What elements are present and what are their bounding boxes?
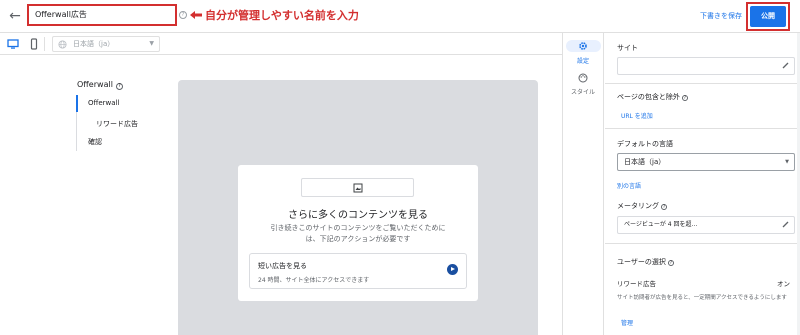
metering-text: メータリング <box>617 202 659 210</box>
chevron-down-icon: ▼ <box>149 40 154 47</box>
play-arrow-icon[interactable] <box>447 264 458 275</box>
preview-language-select[interactable]: 日本語（ja） ▼ <box>52 36 160 52</box>
mobile-icon[interactable] <box>28 38 40 50</box>
site-label: サイト <box>617 44 638 52</box>
card-description-line2: は、下記のアクションが必要です <box>305 235 411 243</box>
help-icon[interactable]: ? <box>661 204 667 210</box>
tab-style[interactable]: スタイル <box>563 87 603 96</box>
annotation-arrow-icon <box>190 11 202 19</box>
section-divider <box>605 128 800 129</box>
card-title: さらに多くのコンテンツを見る <box>288 210 428 221</box>
back-arrow-icon[interactable]: ← <box>6 7 24 25</box>
chevron-down-icon: ▼ <box>785 159 789 165</box>
metering-input[interactable]: ページビューが 4 回を超... <box>617 216 795 234</box>
image-icon <box>353 183 363 193</box>
watch-ad-subtitle: 24 時間、サイト全体にアクセスできます <box>258 277 370 284</box>
metering-label: メータリング? <box>617 201 667 211</box>
editor-screen: ← Offerwall広告 ? 自分が管理しやすい名前を入力 下書きを保存 公開… <box>0 0 800 335</box>
pencil-icon[interactable] <box>782 221 789 228</box>
user-choice-text: ユーザーの選択 <box>617 258 666 266</box>
nav-title: Offerwall? <box>77 80 123 90</box>
nav-item-offerwall[interactable]: Offerwall <box>88 99 119 107</box>
card-description: 引き続きこのサイトのコンテンツをご覧いただくために は、下記のアクションが必要で… <box>250 223 466 245</box>
name-input[interactable]: Offerwall広告 <box>27 4 177 26</box>
page-include-label: ページの包含と除外? <box>617 92 688 102</box>
help-icon[interactable]: ? <box>115 83 123 90</box>
toolbar-divider <box>44 37 45 51</box>
save-draft-button[interactable]: 下書きを保存 <box>700 11 742 21</box>
palette-icon[interactable] <box>578 73 588 83</box>
help-icon[interactable]: ? <box>681 95 688 101</box>
rewarded-ad-label: リワード広告 <box>617 280 656 288</box>
desktop-icon[interactable] <box>7 38 19 50</box>
nav-title-text: Offerwall <box>77 80 113 89</box>
rewarded-ad-state[interactable]: オン <box>777 278 790 288</box>
pencil-icon[interactable] <box>782 62 789 69</box>
publish-highlight: 公開 <box>746 2 790 31</box>
annotation-text: 自分が管理しやすい名前を入力 <box>205 9 359 22</box>
image-placeholder <box>301 178 414 197</box>
nav-active-indicator <box>76 95 78 112</box>
globe-icon <box>58 40 67 49</box>
nav-item-rewarded-ad[interactable]: リワード広告 <box>96 119 138 129</box>
nav-item-review[interactable]: 確認 <box>88 137 102 147</box>
tab-settings[interactable]: 設定 <box>563 56 603 65</box>
publish-button[interactable]: 公開 <box>750 6 786 27</box>
default-language-value: 日本語（ja） <box>624 158 666 166</box>
preview-toolbar: 日本語（ja） ▼ <box>0 33 562 55</box>
user-choice-label: ユーザーの選択? <box>617 257 674 267</box>
site-input[interactable] <box>617 57 795 75</box>
page-include-text: ページの包含と除外 <box>617 93 680 101</box>
default-language-select[interactable]: 日本語（ja） ▼ <box>617 153 795 171</box>
section-divider <box>605 83 800 84</box>
rewarded-ad-description: サイト訪問者が広告を見ると、一定期間アクセスできるようにします <box>617 295 787 301</box>
watch-ad-title: 短い広告を見る <box>258 262 307 270</box>
other-language-link[interactable]: 別の言語 <box>617 181 641 190</box>
preview-language-value: 日本語（ja） <box>73 40 115 48</box>
help-icon[interactable]: ? <box>179 11 187 19</box>
help-icon[interactable]: ? <box>667 260 674 266</box>
gear-icon[interactable] <box>578 41 588 51</box>
manage-link[interactable]: 管理 <box>621 318 633 327</box>
card-description-line1: 引き続きこのサイトのコンテンツをご覧いただくために <box>270 224 446 232</box>
default-language-label: デフォルトの言語 <box>617 140 673 148</box>
section-divider <box>605 243 800 244</box>
top-bar: ← Offerwall広告 ? 自分が管理しやすい名前を入力 下書きを保存 公開 <box>0 0 800 33</box>
add-url-link[interactable]: URL を追加 <box>621 111 653 120</box>
metering-value: ページビューが 4 回を超... <box>624 221 698 228</box>
